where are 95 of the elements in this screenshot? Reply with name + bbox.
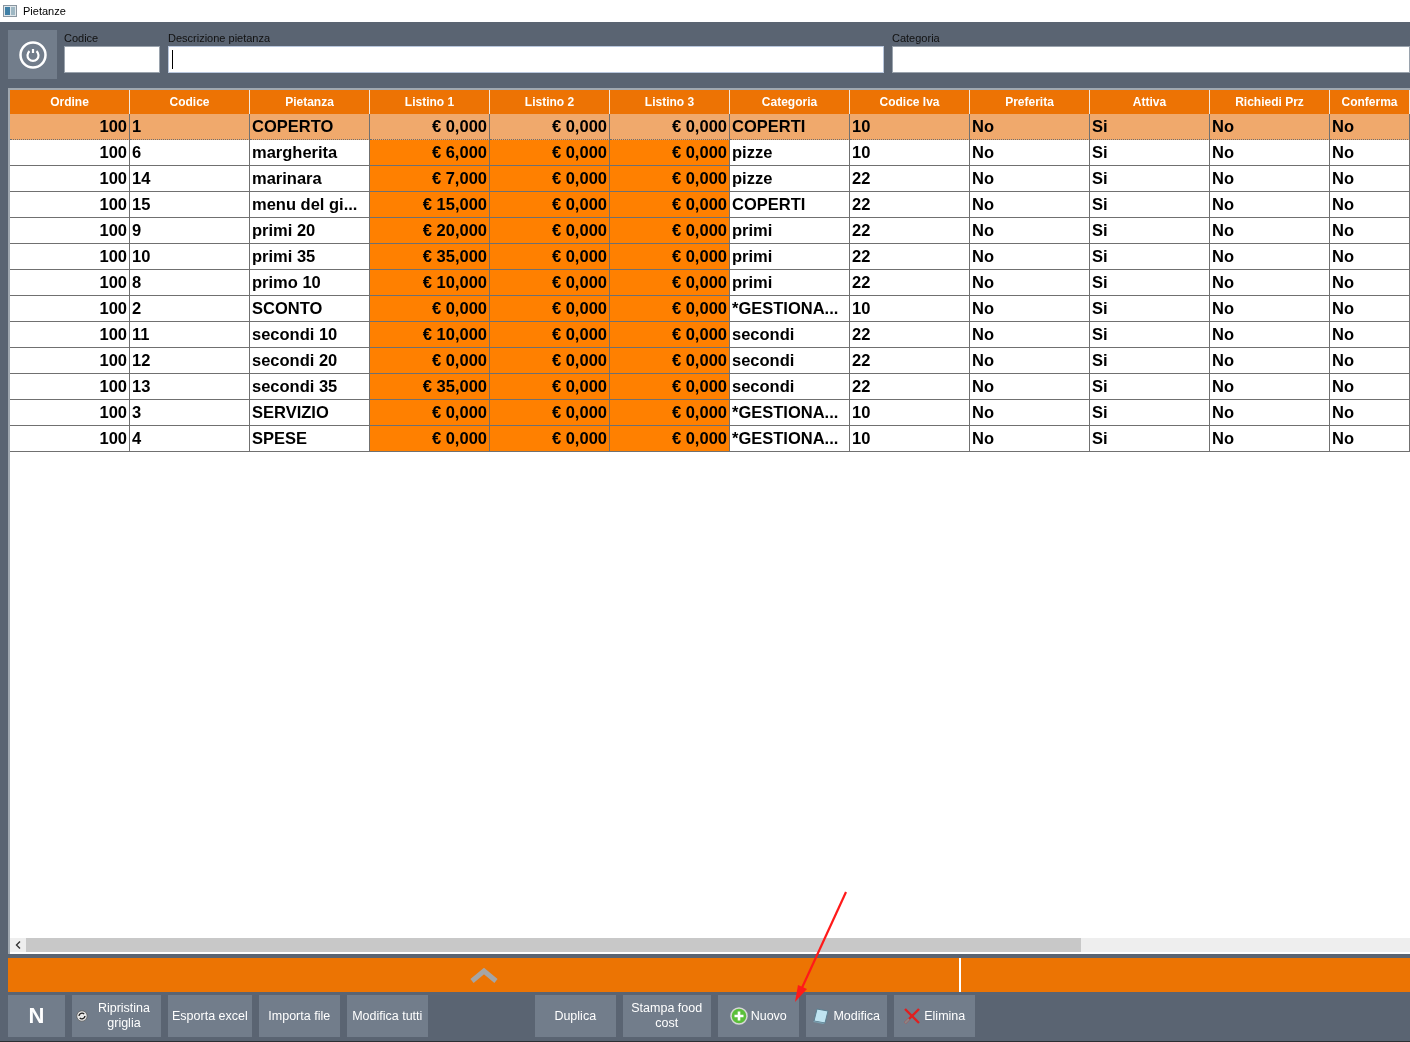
table-cell: € 7,000 [370, 166, 490, 192]
document-icon [812, 1007, 831, 1025]
table-cell: € 0,000 [490, 348, 610, 374]
column-header[interactable]: Categoria [730, 90, 850, 114]
table-cell: € 0,000 [490, 166, 610, 192]
toolbar-button[interactable]: Nuovo [717, 995, 799, 1037]
table-cell: Si [1090, 426, 1210, 452]
table-row[interactable]: 100 9 primi 20 € 20,000 € 0,000 € 0,000 primi 22 No Si No No [10, 218, 1410, 244]
n-button[interactable]: N [8, 995, 65, 1037]
table-cell: € 0,000 [490, 296, 610, 322]
column-header[interactable]: Listino 3 [610, 90, 730, 114]
power-icon [17, 39, 48, 70]
table-row[interactable]: 100 1 COPERTO € 0,000 € 0,000 € 0,000 COPERTI 10 No Si No No [10, 114, 1410, 140]
column-header[interactable]: Conferma [1330, 90, 1410, 114]
table-cell: € 0,000 [490, 426, 610, 452]
table-cell: € 0,000 [370, 426, 490, 452]
table-row[interactable]: 100 13 secondi 35 € 35,000 € 0,000 € 0,000 secondi 22 No Si No No [10, 374, 1410, 400]
toolbar-button[interactable]: Duplica [534, 995, 616, 1037]
table-cell: € 20,000 [370, 218, 490, 244]
table-row[interactable]: 100 8 primo 10 € 10,000 € 0,000 € 0,000 primi 22 No Si No No [10, 270, 1410, 296]
table-row[interactable]: 100 6 margherita € 6,000 € 0,000 € 0,000 pizze 10 No Si No No [10, 140, 1410, 166]
table-cell: No [970, 426, 1090, 452]
refresh-icon [76, 1008, 88, 1024]
horizontal-scrollbar[interactable] [10, 938, 1410, 952]
input-field[interactable] [892, 46, 1410, 73]
window-icon [3, 5, 17, 17]
table-cell: € 0,000 [610, 270, 730, 296]
column-header[interactable]: Ordine [10, 90, 130, 114]
power-button[interactable] [8, 30, 57, 79]
table-row[interactable]: 100 15 menu del gi... € 15,000 € 0,000 € 0,000 COPERTI 22 No Si No No [10, 192, 1410, 218]
table-cell: € 0,000 [490, 218, 610, 244]
field-label: Codice [64, 31, 100, 46]
table-cell: € 0,000 [370, 400, 490, 426]
table-cell: € 0,000 [490, 322, 610, 348]
table-cell: € 35,000 [370, 244, 490, 270]
table-cell: € 35,000 [370, 374, 490, 400]
toolbar-button[interactable]: Elimina [893, 995, 975, 1037]
table-row[interactable]: 100 4 SPESE € 0,000 € 0,000 € 0,000 *GESTIONA... 10 No Si No No [10, 426, 1410, 452]
window-title: Pietanze [23, 5, 66, 17]
table-cell: € 0,000 [610, 348, 730, 374]
toolbar-button[interactable]: Importa file [258, 995, 340, 1037]
column-header[interactable]: Listino 1 [370, 90, 490, 114]
table-cell: 10 [850, 426, 970, 452]
table-cell: *GESTIONA... [730, 426, 850, 452]
toolbar-button[interactable]: Esporta excel [168, 995, 252, 1037]
cross-icon [903, 1007, 922, 1025]
table-cell: € 0,000 [490, 270, 610, 296]
table-row[interactable]: 100 2 SCONTO € 0,000 € 0,000 € 0,000 *GESTIONA... 10 No Si No No [10, 296, 1410, 322]
table-cell: € 6,000 [370, 140, 490, 166]
table-cell: € 0,000 [610, 322, 730, 348]
table-cell: € 0,000 [490, 374, 610, 400]
table-cell: € 0,000 [610, 218, 730, 244]
toolbar-button[interactable]: Modifica tutti [346, 995, 428, 1037]
table-cell: € 10,000 [370, 270, 490, 296]
toolbar-button[interactable]: Ripristina griglia [72, 995, 161, 1037]
table-cell: € 0,000 [610, 244, 730, 270]
table-row[interactable]: 100 11 secondi 10 € 10,000 € 0,000 € 0,000 secondi 22 No Si No No [10, 322, 1410, 348]
table-cell: € 0,000 [610, 374, 730, 400]
table-cell: € 0,000 [490, 400, 610, 426]
table-cell: € 0,000 [610, 426, 730, 452]
add-icon [729, 1007, 748, 1025]
column-header[interactable]: Preferita [970, 90, 1090, 114]
table-row[interactable]: 100 12 secondi 20 € 0,000 € 0,000 € 0,000 secondi 22 No Si No No [10, 348, 1410, 374]
scrollbar-thumb[interactable] [26, 938, 1081, 952]
table-cell: € 15,000 [370, 192, 490, 218]
column-header[interactable]: Attiva [1090, 90, 1210, 114]
field-label: Categoria [892, 31, 941, 46]
table-cell: € 0,000 [370, 296, 490, 322]
table-row[interactable]: 100 3 SERVIZIO € 0,000 € 0,000 € 0,000 *GESTIONA... 10 No Si No No [10, 400, 1410, 426]
table-cell: No [1210, 426, 1330, 452]
toolbar-button[interactable]: Modifica [805, 995, 887, 1037]
table-cell: € 0,000 [610, 166, 730, 192]
table-cell: No [1330, 426, 1410, 452]
toolbar-button[interactable]: Stampa food cost [622, 995, 711, 1037]
table-cell: € 0,000 [610, 140, 730, 166]
column-header[interactable]: Pietanza [250, 90, 370, 114]
table-cell: € 0,000 [610, 296, 730, 322]
column-header[interactable]: Listino 2 [490, 90, 610, 114]
table-cell: € 0,000 [370, 348, 490, 374]
column-header[interactable]: Richiedi Prz [1210, 90, 1330, 114]
input-field[interactable] [168, 46, 884, 73]
table-row[interactable]: 100 14 marinara € 7,000 € 0,000 € 0,000 pizze 22 No Si No No [10, 166, 1410, 192]
table-cell: € 0,000 [490, 140, 610, 166]
field-label: Descrizione pietanza [168, 31, 272, 46]
table-cell: € 0,000 [490, 192, 610, 218]
table-cell: 4 [130, 426, 250, 452]
column-header[interactable]: Codice [130, 90, 250, 114]
table-cell: 100 [10, 426, 130, 452]
table-cell: € 10,000 [370, 322, 490, 348]
table-cell: € 0,000 [490, 244, 610, 270]
table-cell: € 0,000 [610, 400, 730, 426]
table-cell: € 0,000 [610, 192, 730, 218]
column-header[interactable]: Codice Iva [850, 90, 970, 114]
input-field[interactable] [64, 46, 160, 73]
table-row[interactable]: 100 10 primi 35 € 35,000 € 0,000 € 0,000 primi 22 No Si No No [10, 244, 1410, 270]
